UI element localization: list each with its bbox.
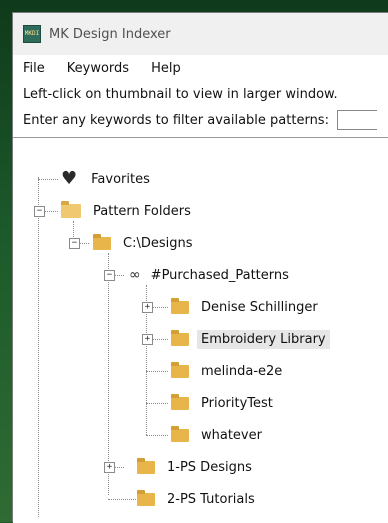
tree-connector	[146, 371, 168, 372]
tree-item-ps-tutorials[interactable]: 2-PS Tutorials	[137, 486, 259, 512]
folder-icon	[171, 329, 189, 346]
tree-item-whatever[interactable]: whatever	[171, 422, 266, 448]
tree-item-embroidery-library[interactable]: Embroidery Library	[171, 326, 330, 352]
tree-connector	[38, 177, 39, 517]
tree-item-denise-schillinger[interactable]: Denise Schillinger	[171, 294, 322, 320]
tree-item-pattern-folders[interactable]: Pattern Folders	[61, 198, 195, 224]
folder-icon	[137, 489, 155, 506]
collapse-designs[interactable]: −	[69, 238, 80, 249]
collapse-pattern-folders[interactable]: −	[34, 206, 45, 217]
window-title: MK Design Indexer	[49, 26, 171, 42]
link-icon: ∞	[129, 267, 141, 283]
instruction-text: Left-click on thumbnail to view in large…	[23, 86, 338, 102]
tree-connector	[146, 435, 168, 436]
expand-denise[interactable]: +	[142, 302, 153, 313]
tree-item-ps-designs[interactable]: 1-PS Designs	[137, 454, 256, 480]
collapse-purchased[interactable]: −	[104, 270, 115, 281]
tree-item-label: C:\Designs	[123, 235, 193, 251]
tree-connector	[108, 499, 138, 500]
tree-item-label: Denise Schillinger	[201, 299, 318, 315]
tree-connector	[38, 179, 58, 180]
tree-connector	[108, 253, 109, 495]
tree-item-label: Embroidery Library	[197, 329, 330, 349]
menu-bar: File Keywords Help	[13, 55, 388, 81]
folder-icon	[93, 233, 111, 250]
tree-item-purchased-patterns[interactable]: ∞ #Purchased_Patterns	[129, 262, 293, 288]
folder-icon	[171, 393, 189, 410]
tree-item-label: Favorites	[91, 171, 150, 187]
tree-item-label: Pattern Folders	[93, 203, 191, 219]
expand-ps-designs[interactable]: +	[104, 462, 115, 473]
expand-embroidery-library[interactable]: +	[142, 334, 153, 345]
filter-label: Enter any keywords to filter available p…	[23, 112, 329, 128]
app-logo-icon: MKDI	[23, 25, 41, 43]
tree-item-label: 1-PS Designs	[167, 459, 252, 475]
folder-icon	[171, 297, 189, 314]
heart-icon: ♥	[61, 168, 78, 189]
keyword-filter-input[interactable]	[336, 110, 377, 130]
tree-item-label: whatever	[201, 427, 262, 443]
tree-connector	[146, 403, 168, 404]
tree-item-melinda-e2e[interactable]: melinda-e2e	[171, 358, 286, 384]
menu-help[interactable]: Help	[151, 61, 181, 76]
tree-item-favorites[interactable]: ♥ Favorites	[61, 166, 154, 192]
tree-item-label: 2-PS Tutorials	[167, 491, 255, 507]
tree-item-label: #Purchased_Patterns	[150, 267, 289, 283]
app-window: MKDI MK Design Indexer File Keywords Hel…	[12, 12, 388, 523]
menu-keywords[interactable]: Keywords	[67, 61, 129, 76]
open-folder-icon	[61, 201, 81, 218]
divider	[13, 137, 388, 138]
folder-tree: − − − + + + ♥ Favorites Pattern Folders …	[13, 165, 388, 523]
tree-item-label: PriorityTest	[201, 395, 273, 411]
tree-item-label: melinda-e2e	[201, 363, 283, 379]
tree-item-designs[interactable]: C:\Designs	[93, 230, 197, 256]
menu-file[interactable]: File	[23, 61, 45, 76]
tree-item-prioritytest[interactable]: PriorityTest	[171, 390, 277, 416]
folder-icon	[137, 457, 155, 474]
folder-icon	[171, 425, 189, 442]
title-bar[interactable]: MKDI MK Design Indexer	[13, 13, 388, 55]
filter-row: Enter any keywords to filter available p…	[13, 107, 388, 133]
folder-icon	[171, 361, 189, 378]
